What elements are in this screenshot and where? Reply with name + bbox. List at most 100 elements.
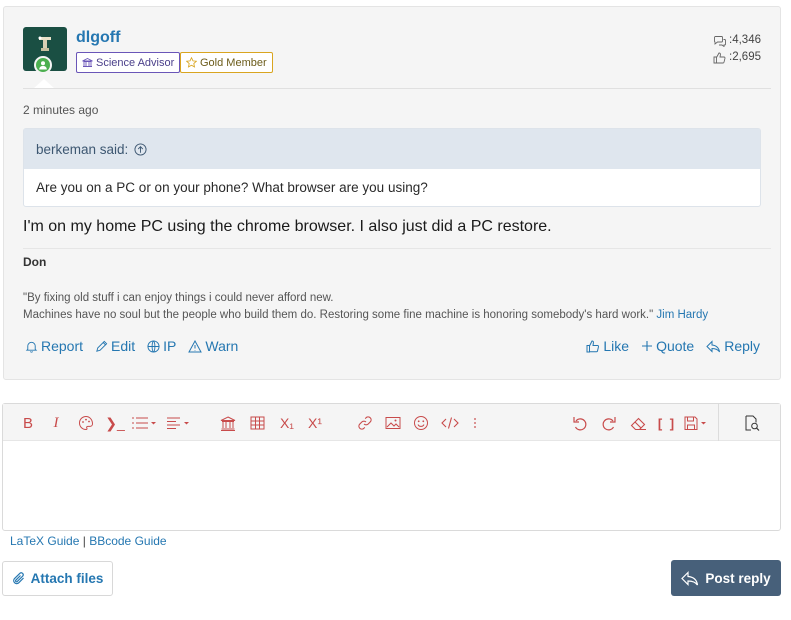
redo-icon: [602, 417, 616, 431]
quote-button[interactable]: Quote: [641, 338, 694, 354]
messages-count: :4,346: [729, 34, 761, 46]
quote-block: berkeman said: Are you on a PC or on you…: [23, 128, 761, 207]
editor-guides: LaTeX Guide | BBcode Guide: [10, 534, 167, 548]
bbcode-icon: [ ]: [657, 415, 677, 431]
like-button[interactable]: Like: [586, 338, 629, 354]
plus-icon: [642, 341, 653, 351]
post-reply-button[interactable]: Post reply: [671, 560, 781, 596]
paperclip-icon: [12, 571, 24, 584]
message-text: I'm on my home PC using the chrome brows…: [23, 218, 552, 235]
attach-files-button[interactable]: Attach files: [2, 561, 113, 596]
post-container: dlgoff Science Advisor Gold Member :4,34…: [3, 6, 781, 380]
edit-label: Edit: [111, 338, 136, 354]
institution-icon: [220, 415, 236, 431]
undo-button[interactable]: [571, 413, 589, 433]
warn-label: Warn: [205, 338, 239, 354]
color-button[interactable]: [77, 413, 95, 433]
post-reply-label: Post reply: [705, 570, 771, 586]
edit-button[interactable]: Edit: [95, 338, 135, 354]
preview-button[interactable]: [742, 413, 760, 433]
quote-text: Are you on a PC or on your phone? What b…: [36, 180, 428, 195]
divider: [23, 88, 771, 89]
reply-icon: [681, 570, 699, 586]
attach-files-label: Attach files: [30, 571, 104, 586]
star-icon: [186, 57, 197, 68]
guides-separator: |: [82, 534, 86, 548]
thumbs-up-icon: [713, 52, 726, 63]
signature-line-2-text: Machines have no soul but the people who…: [23, 309, 654, 321]
report-button[interactable]: Report: [25, 338, 83, 354]
signature-divider: [23, 248, 771, 249]
online-status-icon: [34, 56, 52, 74]
ip-button[interactable]: IP: [147, 338, 176, 354]
save-draft-button[interactable]: [684, 413, 710, 433]
image-button[interactable]: [384, 413, 402, 433]
warn-button[interactable]: Warn: [188, 338, 238, 354]
reactions-stat: :2,695: [713, 49, 761, 66]
italic-button[interactable]: I: [49, 413, 63, 433]
list-icon: [132, 417, 156, 429]
link-button[interactable]: [356, 413, 374, 433]
institution-icon: [82, 57, 93, 67]
thumbs-up-icon: [586, 339, 600, 352]
list-button[interactable]: [131, 413, 157, 433]
undo-icon: [573, 417, 587, 431]
inline-code-button[interactable]: ❯_: [103, 413, 127, 433]
report-label: Report: [41, 338, 84, 354]
reply-label: Reply: [724, 338, 760, 354]
post-timestamp[interactable]: 2 minutes ago: [23, 103, 98, 117]
bbcode-toggle-button[interactable]: [ ]: [657, 413, 677, 433]
palette-icon: [79, 415, 94, 431]
remove-format-button[interactable]: [629, 413, 647, 433]
messages-icon: [714, 35, 726, 47]
quote-header[interactable]: berkeman said:: [24, 129, 760, 169]
reply-editor: B I ❯_ X₁ X¹ []: [2, 403, 781, 531]
username-link[interactable]: dlgoff: [76, 29, 120, 47]
preview-icon: [745, 415, 759, 431]
science-advisor-badge[interactable]: Science Advisor: [76, 52, 181, 73]
align-icon: [167, 417, 189, 430]
reaction-actions: Like Quote Reply: [586, 338, 760, 354]
latex-guide-link[interactable]: LaTeX Guide: [10, 534, 79, 548]
image-icon: [385, 417, 401, 429]
arrow-up-circle-icon[interactable]: [134, 142, 147, 156]
messages-stat: :4,346: [713, 32, 761, 49]
italic-icon: I: [53, 414, 59, 431]
bold-button[interactable]: B: [21, 413, 35, 433]
emoji-button[interactable]: [412, 413, 430, 433]
more-button[interactable]: [470, 413, 480, 433]
redo-button[interactable]: [600, 413, 618, 433]
like-label: Like: [603, 338, 630, 354]
signature-line-1: "By fixing old stuff i can enjoy things …: [23, 292, 334, 304]
signature-line-2: Machines have no soul but the people who…: [23, 307, 708, 324]
ip-label: IP: [163, 338, 177, 354]
signature-author-link[interactable]: Jim Hardy: [656, 309, 708, 321]
bell-icon: [25, 341, 38, 353]
institution-button[interactable]: [219, 413, 237, 433]
signature-name: Don: [23, 255, 47, 269]
eraser-icon: [630, 417, 646, 430]
gold-member-badge[interactable]: Gold Member: [180, 52, 273, 73]
moderation-actions: Report Edit IP Warn: [25, 338, 238, 354]
reply-icon: [706, 339, 721, 353]
warning-icon: [188, 339, 203, 352]
reactions-count: :2,695: [729, 51, 761, 63]
code-inline-icon: ❯_: [105, 414, 125, 431]
quote-author[interactable]: berkeman said:: [36, 142, 128, 157]
quote-label: Quote: [656, 338, 695, 354]
pencil-icon: [96, 340, 108, 352]
avatar-figure-icon: [38, 36, 51, 51]
superscript-button[interactable]: X¹: [305, 413, 325, 433]
align-button[interactable]: [166, 413, 192, 433]
link-icon: [358, 416, 372, 430]
code-button[interactable]: [440, 413, 460, 433]
message-editor-input[interactable]: [3, 441, 780, 530]
code-icon: [441, 417, 459, 429]
bbcode-guide-link[interactable]: BBcode Guide: [89, 534, 166, 548]
subscript-button[interactable]: X₁: [277, 413, 297, 433]
save-draft-icon: [684, 416, 706, 430]
reply-button[interactable]: Reply: [706, 338, 760, 354]
science-advisor-label: Science Advisor: [96, 56, 175, 69]
table-button[interactable]: [248, 413, 266, 433]
subscript-icon: X₁: [279, 415, 295, 431]
